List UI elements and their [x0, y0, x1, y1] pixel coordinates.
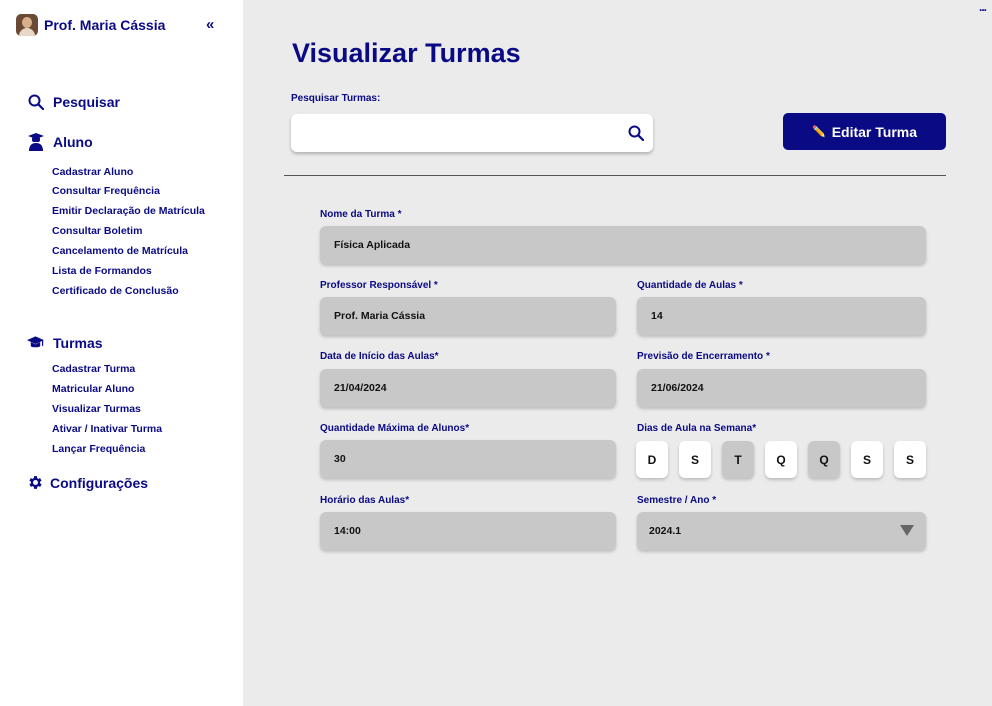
pencil-icon: ✏️: [811, 126, 826, 138]
sidebar-link-lista-formandos[interactable]: Lista de Formandos: [52, 265, 152, 277]
day-toggle-sabado[interactable]: S: [894, 441, 926, 478]
previsao-encerramento-label: Previsão de Encerramento *: [637, 351, 770, 362]
gear-icon: [27, 474, 44, 491]
day-toggle-domingo[interactable]: D: [636, 441, 668, 478]
professor-field[interactable]: Prof. Maria Cássia: [320, 297, 616, 335]
graduation-cap-icon: [27, 334, 44, 351]
search-icon[interactable]: [628, 125, 645, 142]
sidebar-link-certificado-conclusao[interactable]: Certificado de Conclusão: [52, 285, 179, 297]
search-icon: [27, 93, 44, 110]
sidebar-link-consultar-frequencia[interactable]: Consultar Frequência: [52, 185, 160, 197]
sidebar: Prof. Maria Cássia « Pesquisar Aluno Cad…: [0, 0, 243, 706]
day-toggle-terca[interactable]: T: [722, 441, 754, 478]
sidebar-item-turmas[interactable]: Turmas: [27, 334, 103, 351]
student-icon: [27, 132, 44, 151]
profile-name: Prof. Maria Cássia: [44, 17, 166, 33]
dias-aula-label: Dias de Aula na Semana*: [637, 423, 757, 434]
sidebar-link-consultar-boletim[interactable]: Consultar Boletim: [52, 225, 142, 237]
edit-class-button[interactable]: ✏️ Editar Turma: [783, 113, 946, 150]
nome-turma-field[interactable]: Física Aplicada: [320, 226, 926, 264]
day-toggle-segunda[interactable]: S: [679, 441, 711, 478]
semestre-select[interactable]: 2024.1: [637, 512, 926, 550]
sidebar-link-cadastrar-aluno[interactable]: Cadastrar Aluno: [52, 166, 133, 178]
sidebar-link-cadastrar-turma[interactable]: Cadastrar Turma: [52, 363, 135, 375]
semestre-value: 2024.1: [649, 525, 682, 537]
sidebar-item-configuracoes[interactable]: Configurações: [27, 474, 148, 491]
sidebar-item-aluno[interactable]: Aluno: [27, 132, 93, 151]
day-toggle-quarta[interactable]: Q: [765, 441, 797, 478]
day-toggle-quinta[interactable]: Q: [808, 441, 840, 478]
sidebar-item-label: Aluno: [53, 133, 93, 150]
sidebar-link-matricular-aluno[interactable]: Matricular Aluno: [52, 383, 134, 395]
more-options-icon[interactable]: ...: [979, 0, 987, 14]
sidebar-link-ativar-inativar-turma[interactable]: Ativar / Inativar Turma: [52, 423, 162, 435]
previsao-encerramento-field[interactable]: 21/06/2024: [637, 369, 926, 407]
edit-class-button-label: Editar Turma: [831, 123, 917, 140]
profile[interactable]: Prof. Maria Cássia: [16, 14, 165, 36]
professor-label: Professor Responsável *: [320, 280, 438, 291]
max-alunos-label: Quantidade Máxima de Alunos*: [320, 423, 470, 434]
avatar: [16, 14, 38, 36]
sidebar-link-visualizar-turmas[interactable]: Visualizar Turmas: [52, 403, 141, 415]
quantidade-aulas-field[interactable]: 14: [637, 297, 926, 335]
search-input[interactable]: [291, 114, 611, 152]
semestre-label: Semestre / Ano *: [637, 495, 717, 506]
horario-label: Horário das Aulas*: [320, 495, 410, 506]
sidebar-item-label: Configurações: [50, 474, 149, 491]
horario-field[interactable]: 14:00: [320, 512, 616, 550]
sidebar-item-label: Turmas: [53, 334, 103, 351]
search-label: Pesquisar Turmas:: [291, 93, 381, 104]
dropdown-caret-icon: [900, 525, 914, 536]
page-title: Visualizar Turmas: [292, 38, 521, 68]
sidebar-item-pesquisar[interactable]: Pesquisar: [27, 93, 120, 110]
data-inicio-field[interactable]: 21/04/2024: [320, 369, 616, 407]
sidebar-link-emitir-declaracao[interactable]: Emitir Declaração de Matrícula: [52, 205, 205, 217]
collapse-sidebar-button[interactable]: «: [206, 16, 214, 33]
nome-turma-label: Nome da Turma *: [320, 209, 402, 220]
max-alunos-field[interactable]: 30: [320, 440, 616, 478]
sidebar-link-lancar-frequencia[interactable]: Lançar Frequência: [52, 443, 145, 455]
divider: [284, 175, 946, 176]
quantidade-aulas-label: Quantidade de Aulas *: [637, 280, 743, 291]
sidebar-link-cancelamento-matricula[interactable]: Cancelamento de Matrícula: [52, 245, 188, 257]
sidebar-item-label: Pesquisar: [53, 93, 120, 110]
search-box: [291, 114, 653, 152]
data-inicio-label: Data de Início das Aulas*: [320, 351, 439, 362]
day-toggle-sexta[interactable]: S: [851, 441, 883, 478]
